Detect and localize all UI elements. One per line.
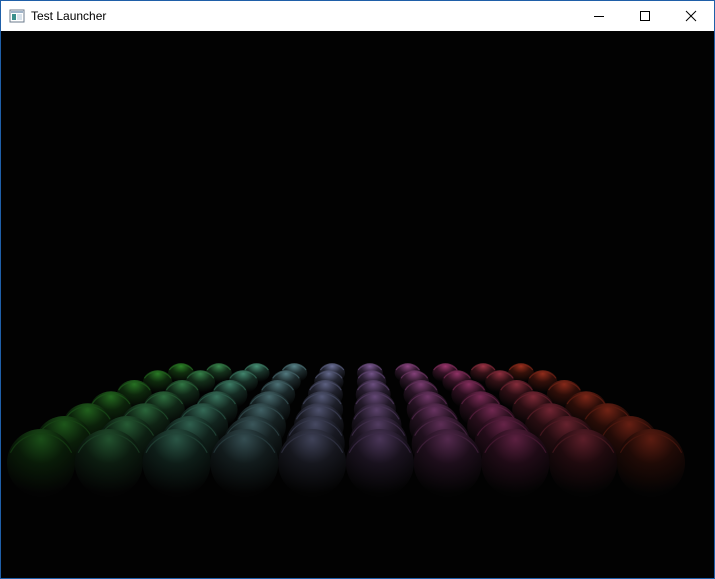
- window-app-icon: [9, 9, 25, 23]
- sphere: [74, 429, 143, 497]
- sphere: [278, 429, 347, 497]
- maximize-button[interactable]: [622, 1, 668, 31]
- render-viewport[interactable]: [1, 31, 714, 578]
- sphere: [481, 429, 550, 497]
- close-icon: [685, 10, 697, 22]
- sphere: [549, 429, 618, 497]
- close-button[interactable]: [668, 1, 714, 31]
- sphere: [345, 429, 414, 497]
- sphere: [7, 429, 75, 497]
- maximize-icon: [640, 11, 650, 21]
- sphere: [617, 429, 685, 497]
- app-window: Test Launcher: [0, 0, 715, 579]
- minimize-icon: [594, 16, 604, 17]
- minimize-button[interactable]: [576, 1, 622, 31]
- sphere: [413, 429, 482, 497]
- sphere: [210, 429, 279, 497]
- title-bar[interactable]: Test Launcher: [1, 1, 714, 31]
- sphere-grid-scene: [1, 31, 714, 578]
- window-title: Test Launcher: [31, 9, 107, 23]
- sphere: [142, 429, 211, 497]
